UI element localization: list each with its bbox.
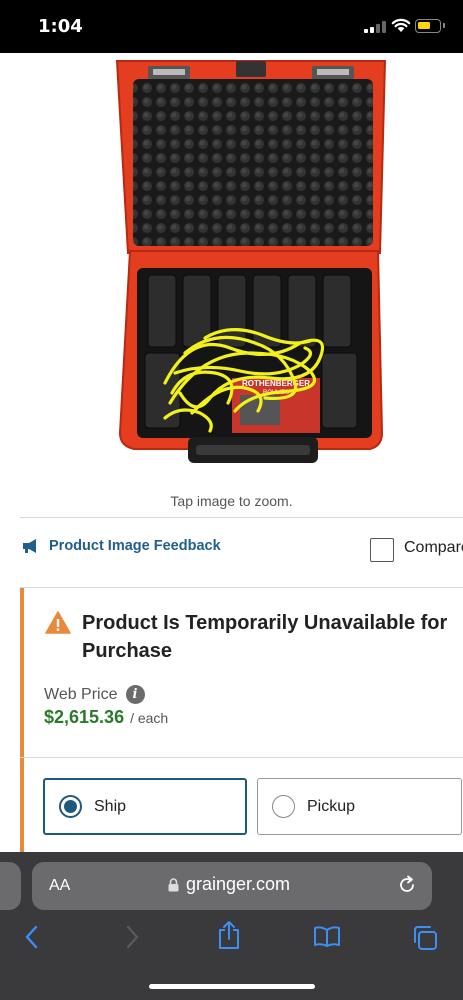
- text-size-button[interactable]: AA: [49, 877, 70, 895]
- web-price-label-row: Web Price i: [44, 685, 145, 704]
- feedback-label: Product Image Feedback: [49, 538, 221, 554]
- product-image-feedback-link[interactable]: Product Image Feedback: [20, 538, 221, 554]
- pickup-radio[interactable]: [272, 795, 295, 818]
- compare-label: Compare: [404, 539, 463, 556]
- share-icon[interactable]: [217, 920, 241, 950]
- product-image[interactable]: ROTHENBERGER ROVLIES: [0, 53, 463, 483]
- url-text: grainger.com: [186, 874, 291, 894]
- ship-label: Ship: [94, 797, 127, 815]
- case-brand-label: ROTHENBERGER: [242, 379, 310, 388]
- back-icon[interactable]: [24, 925, 40, 949]
- previous-tab-address-bar[interactable]: [0, 862, 21, 910]
- reload-icon[interactable]: [397, 875, 417, 895]
- zoom-hint: Tap image to zoom.: [170, 493, 293, 509]
- wifi-icon: [391, 18, 411, 32]
- divider: [20, 587, 463, 588]
- warning-accent-bar: [20, 588, 24, 858]
- battery-icon: [415, 19, 445, 33]
- ship-option[interactable]: Ship: [43, 778, 247, 835]
- divider: [20, 757, 463, 758]
- pickup-option[interactable]: Pickup: [257, 778, 462, 835]
- forward-icon[interactable]: [124, 925, 140, 949]
- price-row: $2,615.36 / each: [44, 707, 168, 728]
- compare-checkbox[interactable]: [370, 538, 394, 562]
- lock-icon: [168, 877, 179, 891]
- web-price-label: Web Price: [44, 685, 118, 703]
- tool-case-illustration: ROTHENBERGER ROVLIES: [115, 60, 387, 463]
- tabs-icon[interactable]: [411, 924, 439, 952]
- info-icon[interactable]: i: [125, 685, 145, 704]
- status-bar: 1:04: [0, 0, 463, 53]
- bookmarks-icon[interactable]: [313, 925, 341, 947]
- cellular-signal-icon: [364, 21, 386, 33]
- unavailable-title: Product Is Temporarily Unavailable for P…: [82, 612, 448, 662]
- home-indicator: [149, 984, 315, 989]
- pickup-label: Pickup: [307, 797, 356, 815]
- warning-icon: [45, 611, 71, 634]
- divider: [20, 517, 463, 518]
- ship-radio[interactable]: [59, 795, 82, 818]
- url-display[interactable]: grainger.com: [168, 874, 290, 895]
- price-unit: / each: [130, 710, 169, 726]
- price-value: $2,615.36: [44, 707, 125, 727]
- status-time: 1:04: [38, 16, 83, 37]
- megaphone-icon: [23, 539, 36, 553]
